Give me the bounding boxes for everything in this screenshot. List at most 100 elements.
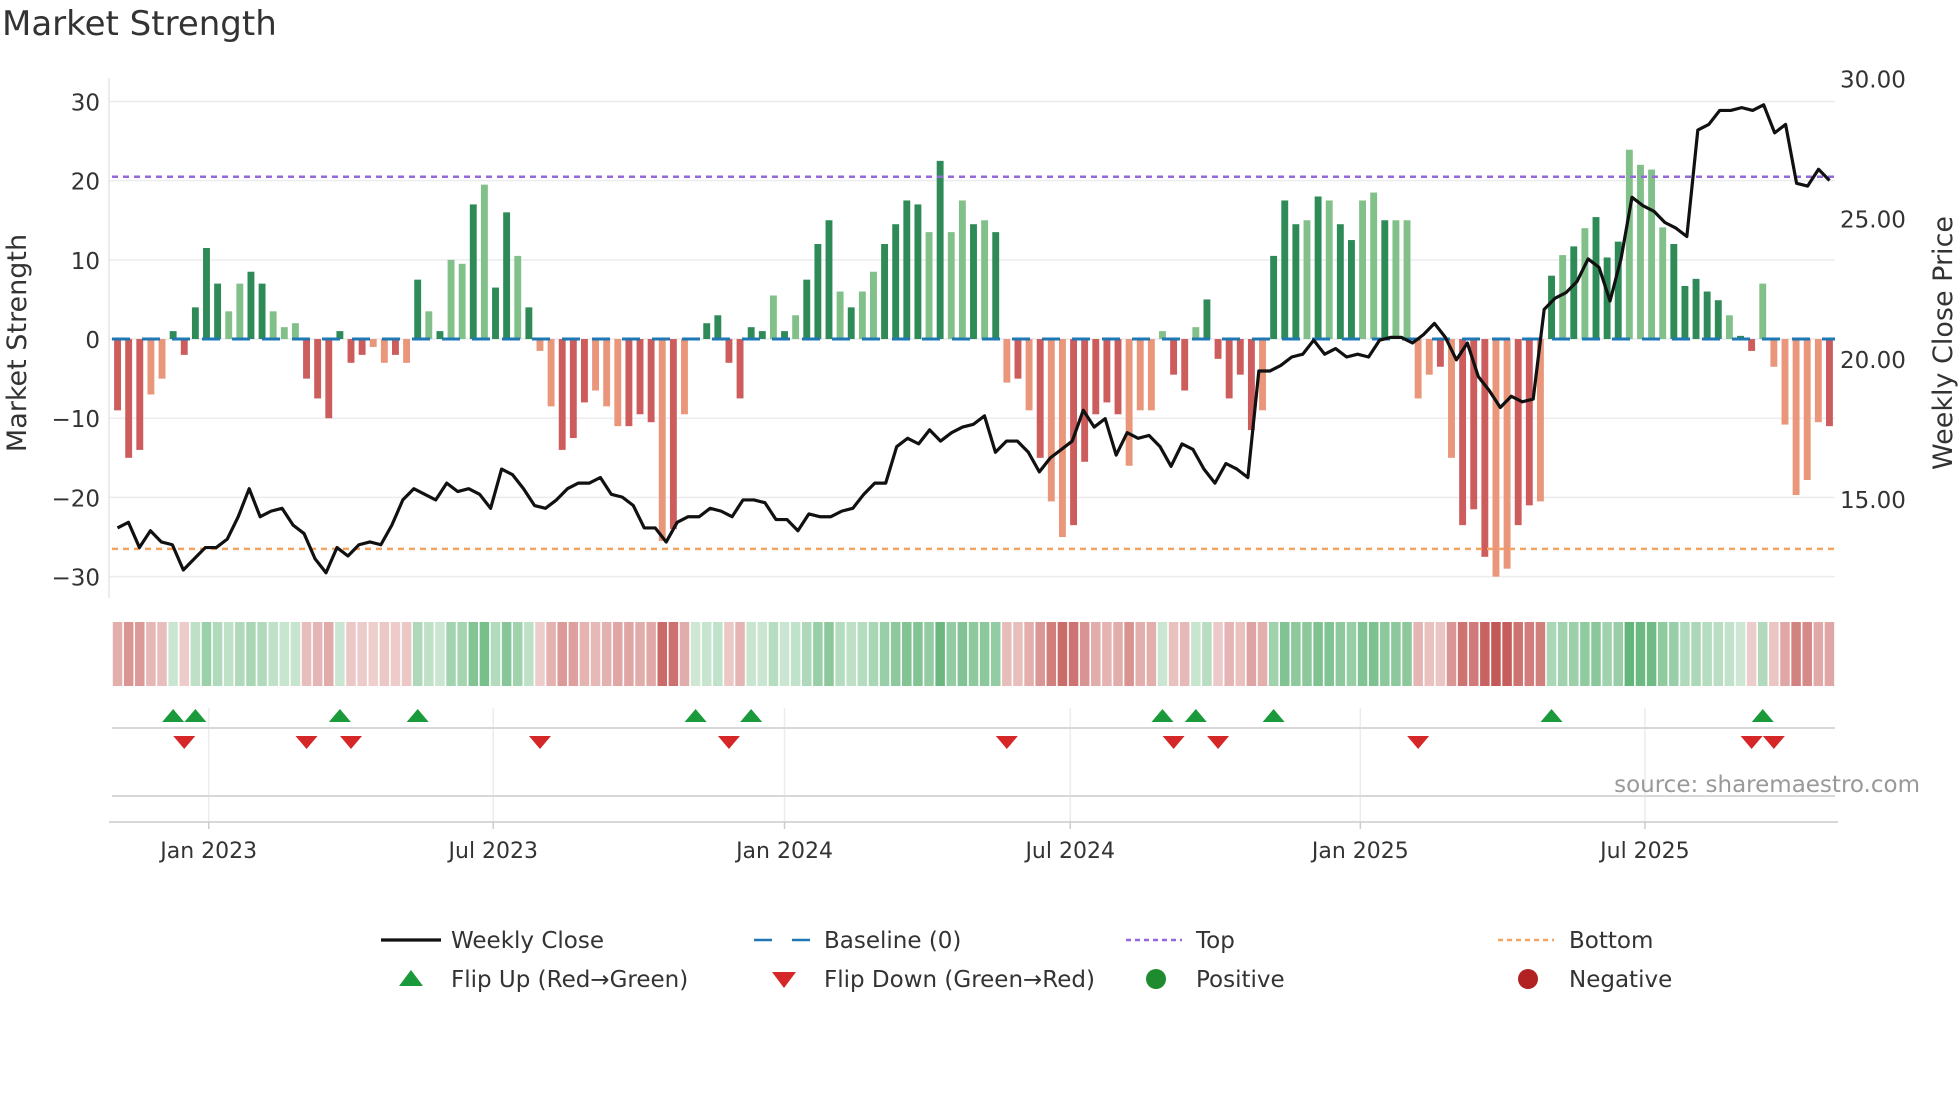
strength-bar [947,232,955,340]
heat-cell [179,622,190,686]
heat-cell [1324,622,1334,686]
strength-bar [636,339,644,415]
heat-cell [624,622,634,686]
heat-cell [1391,622,1401,686]
strength-bar [480,184,488,340]
legend-label: Top [1195,928,1235,954]
strength-bar [1481,339,1489,557]
heat-cell [990,622,1001,686]
flip-up-marker [1262,709,1285,722]
heat-cell [1079,622,1090,686]
strength-bar [1125,339,1133,466]
heat-cell [924,622,934,686]
heat-cell [1791,622,1801,686]
strength-bar [380,339,388,363]
flip-down-marker [339,736,362,749]
strength-bar [803,279,811,340]
strength-bar [958,200,966,340]
strength-bar [625,339,633,427]
strength-bar [1047,339,1055,502]
strength-bar [1303,220,1311,340]
flip-up-marker [1540,709,1563,722]
heat-cell [1446,622,1457,686]
strength-bar [536,339,544,351]
strength-bar [870,271,877,340]
strength-bar [836,291,844,340]
heat-cell [1513,622,1523,686]
flip-down-marker [173,736,196,749]
heat-cell [357,622,367,686]
flip-down-marker [528,736,551,749]
strength-bar [191,307,199,340]
flip-up-marker [1184,709,1207,722]
heat-cell [657,622,668,686]
strength-bar [1192,327,1200,340]
heat-cell [268,622,278,686]
strength-bar [1681,285,1689,340]
heat-cell [1268,622,1279,686]
heat-cell [1402,622,1412,686]
heat-cell [1313,622,1323,686]
heat-cell [1135,622,1145,686]
strength-bar [1648,169,1656,340]
heat-cell [112,622,123,686]
triangle-up-icon [399,970,423,986]
strength-bar [203,247,210,340]
heat-cell [1680,622,1690,686]
strength-bar [1025,339,1033,411]
heat-cell [1168,622,1179,686]
heat-cell [379,622,390,686]
heat-cell [1335,622,1346,686]
heat-cell [412,622,423,686]
flip-up-marker [162,709,185,722]
strength-bar [447,259,455,340]
strength-bar [236,283,244,340]
strength-bar [580,339,588,403]
heat-cell [212,622,223,686]
strength-bar [603,339,611,407]
heat-cell [902,622,912,686]
strength-bar [269,311,277,340]
heat-cell [490,622,501,686]
strength-bar [1281,200,1289,340]
heat-cell [1546,622,1557,686]
strength-bar [414,279,422,340]
flip-markers-panel: Jan 2023 Jul 2023 Jan 2024 Jul 2024 Jan 2025… [109,708,1838,864]
strength-bar [1359,200,1367,340]
legend-item-neg: Negative [1518,967,1672,993]
flip-up-marker [328,709,351,722]
strength-bar [403,339,411,363]
legend-item-up: Flip Up (Red→Green) [399,967,688,993]
heat-cell [1691,622,1701,686]
heat-cell [257,622,267,686]
y-tick-label: 10 [71,249,100,275]
strength-bar [514,255,522,340]
heat-cell [879,622,890,686]
heat-cell [746,622,756,686]
heat-cell [468,622,479,686]
strength-bar [681,339,688,415]
strength-bar [936,160,944,340]
strength-bar [469,204,477,340]
strength-bar [1659,227,1667,340]
heat-cell [724,622,734,686]
heat-cell [235,622,245,686]
heat-cell [857,622,868,686]
strength-bar [1825,339,1833,427]
heat-cell [168,622,178,686]
circle-icon [1518,969,1538,989]
strength-bar [158,339,166,379]
heat-cell [1224,622,1234,686]
heat-cell [1769,622,1779,686]
heat-cell [1024,622,1034,686]
circle-icon [1146,969,1166,989]
heat-cell [1468,622,1479,686]
heat-cell [157,622,167,686]
heat-cell [1380,622,1390,686]
heat-cell [957,622,968,686]
strength-bar [1403,220,1411,340]
heat-cell [679,622,690,686]
strength-bar [925,232,933,340]
y-tick-label: −20 [51,486,100,512]
strength-bar [1792,339,1800,496]
